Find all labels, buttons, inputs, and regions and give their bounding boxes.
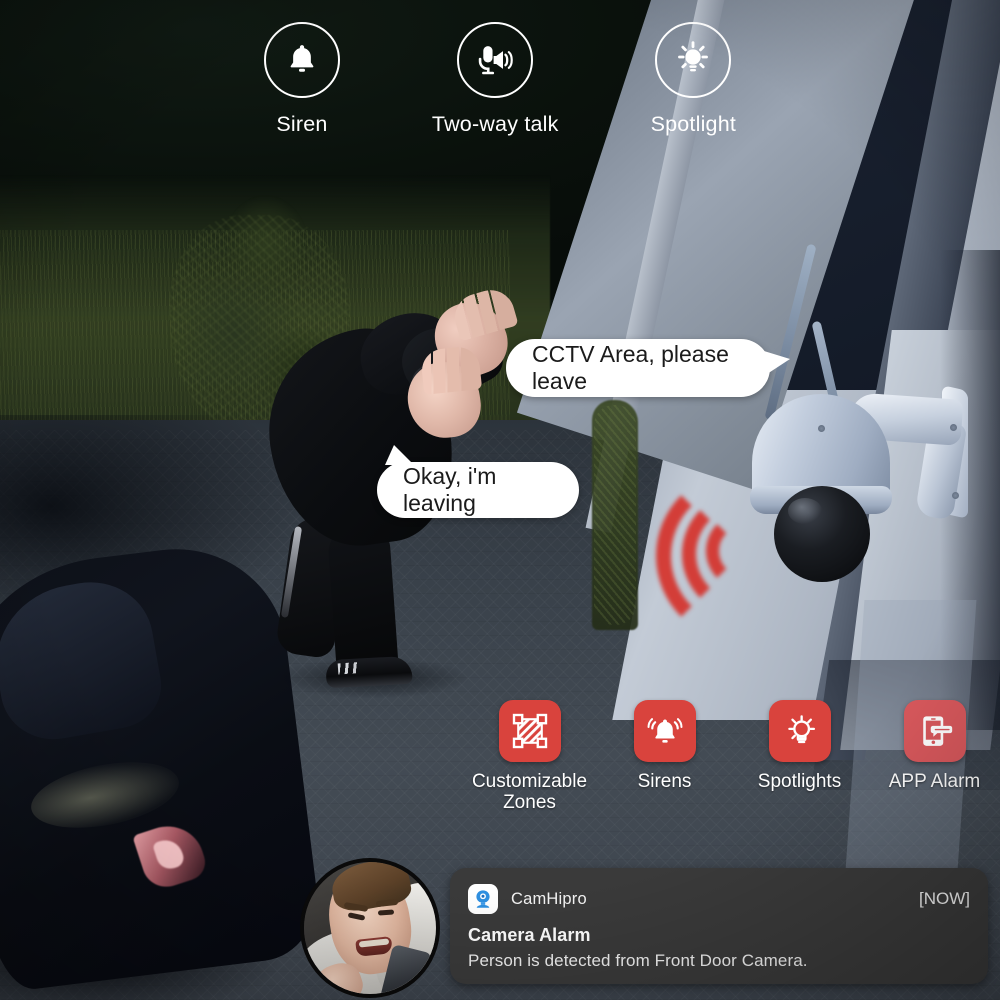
notification-timestamp: [NOW] xyxy=(919,889,970,908)
feature-sirens[interactable]: Sirens xyxy=(597,700,732,815)
zone-grid-icon xyxy=(512,713,547,749)
bubble-tail-up xyxy=(385,445,414,465)
mic-speaker-icon xyxy=(479,46,514,75)
camera-app-icon xyxy=(468,884,498,914)
siren-label: Siren xyxy=(276,112,328,136)
spotlight-label: Spotlight xyxy=(650,112,737,136)
bubble-tail-right xyxy=(764,351,790,376)
camera-speech-bubble: CCTV Area, please leave xyxy=(506,339,790,397)
intruder-speech-text: Okay, i'm leaving xyxy=(403,463,497,516)
feature-app-alarm[interactable]: APP Alarm xyxy=(867,700,1000,815)
camera-screw-2 xyxy=(950,424,957,431)
camera-dome-lens xyxy=(774,486,870,582)
siren-button[interactable] xyxy=(263,22,340,98)
camera-screw-3 xyxy=(952,492,959,499)
spotlight-button[interactable] xyxy=(655,22,732,98)
intruder-speech-bubble: Okay, i'm leaving xyxy=(377,445,579,518)
control-siren[interactable]: Siren xyxy=(263,22,340,152)
sirens-tile[interactable] xyxy=(633,700,696,762)
notification-body: Person is detected from Front Door Camer… xyxy=(468,951,808,970)
spotlights-label: Spotlights xyxy=(757,771,842,792)
user-portrait-avatar xyxy=(300,858,440,998)
sirens-label: Sirens xyxy=(637,771,692,792)
customizable-zones-label: Customizable Zones xyxy=(471,771,588,813)
top-control-bar: Siren Two-way talk Spotlight xyxy=(0,22,1000,152)
phone-alert-icon xyxy=(922,716,952,746)
person-fingers-back xyxy=(449,284,519,342)
camera-dome-glyph-icon xyxy=(476,890,490,908)
scene-canvas: Siren Two-way talk Spotlight CCTV Area, … xyxy=(0,0,1000,1000)
ringing-bell-icon xyxy=(647,718,682,743)
hedge-foliage xyxy=(594,405,636,625)
bell-icon xyxy=(290,45,314,72)
feature-icon-row: Customizable Zones Sirens Spotlights APP… xyxy=(462,700,1000,815)
spotlights-tile[interactable] xyxy=(768,700,831,762)
camera-dome-glare xyxy=(788,498,822,524)
app-alarm-tile[interactable] xyxy=(903,700,966,762)
notification-app-name: CamHipro xyxy=(511,889,587,908)
control-two-way-talk[interactable]: Two-way talk xyxy=(432,22,559,152)
feature-customizable-zones[interactable]: Customizable Zones xyxy=(462,700,597,815)
camera-speech-text: CCTV Area, please leave xyxy=(532,341,729,394)
camera-screw-1 xyxy=(818,425,825,432)
customizable-zones-tile[interactable] xyxy=(498,700,561,762)
feature-spotlights[interactable]: Spotlights xyxy=(732,700,867,815)
app-alarm-label: APP Alarm xyxy=(888,771,981,792)
lightbulb-rays-icon xyxy=(787,715,815,744)
two-way-talk-label: Two-way talk xyxy=(431,112,559,136)
two-way-talk-button[interactable] xyxy=(457,22,534,98)
notification-card[interactable]: CamHipro [NOW] Camera Alarm Person is de… xyxy=(450,868,988,984)
notification-title: Camera Alarm xyxy=(468,925,591,945)
notification-header: CamHipro [NOW] xyxy=(468,882,970,916)
lightbulb-icon xyxy=(678,41,709,72)
control-spotlight[interactable]: Spotlight xyxy=(651,22,736,152)
